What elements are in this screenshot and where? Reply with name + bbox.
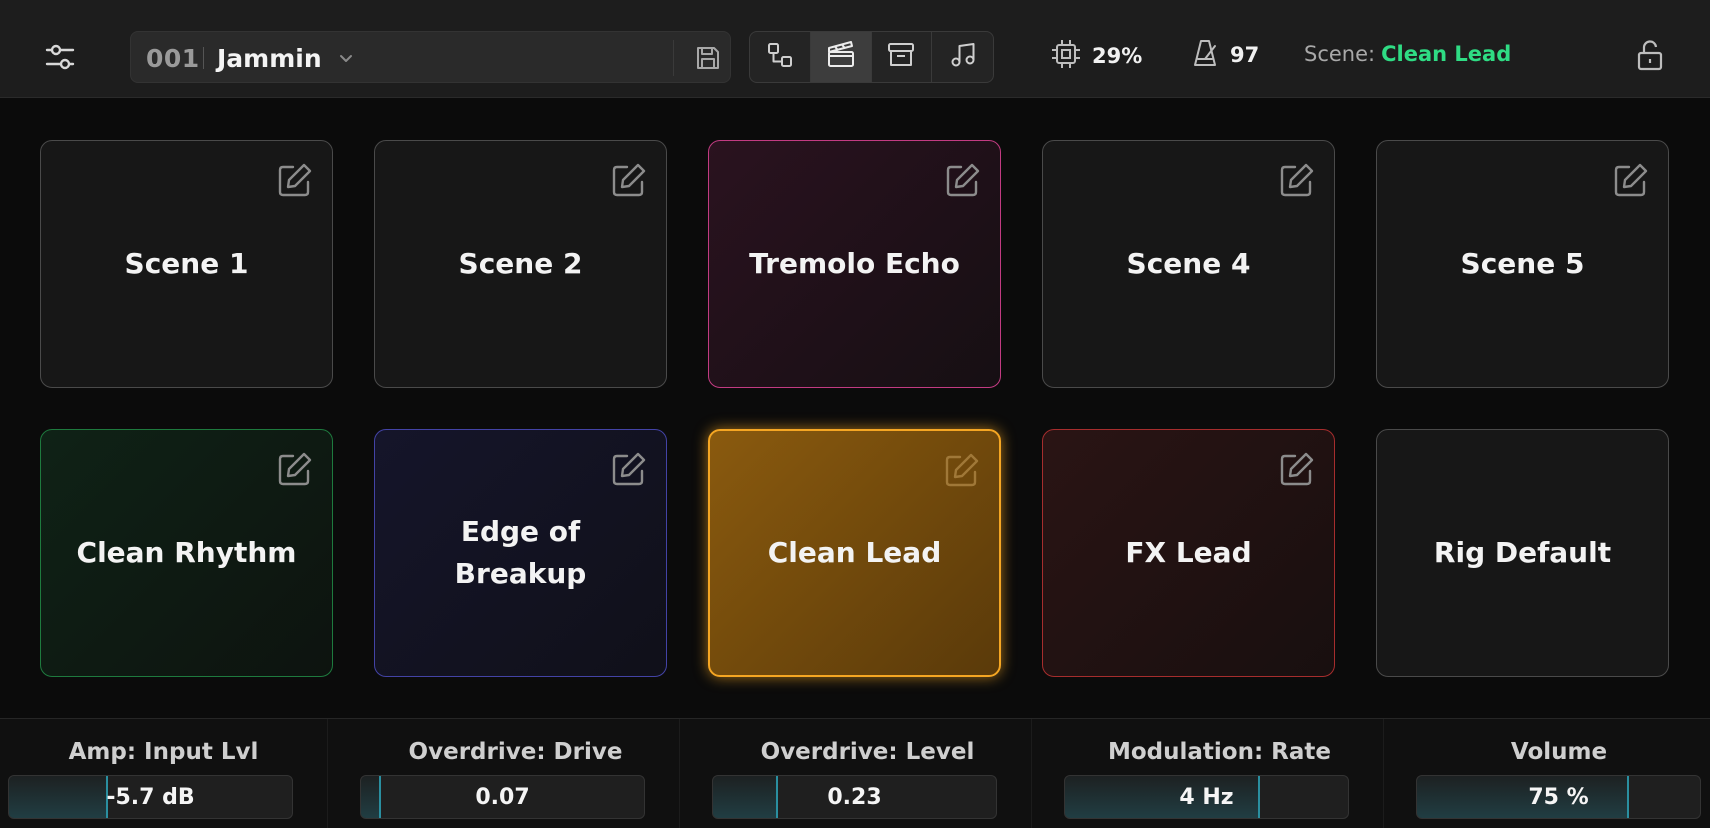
archive-box-icon bbox=[887, 41, 915, 73]
param-amp-input-lvl: Amp: Input Lvl -5.7 dB bbox=[0, 719, 328, 828]
param-value: 0.23 bbox=[827, 785, 882, 810]
settings-sliders-icon[interactable] bbox=[40, 37, 80, 77]
param-value: 75 % bbox=[1528, 785, 1589, 810]
save-icon[interactable] bbox=[688, 38, 728, 78]
param-modulation-rate: Modulation: Rate 4 Hz bbox=[1056, 719, 1384, 828]
param-label: Overdrive: Level bbox=[760, 739, 975, 765]
edit-icon[interactable] bbox=[610, 161, 648, 199]
edit-icon[interactable] bbox=[276, 450, 314, 488]
music-note-icon bbox=[949, 41, 977, 73]
scene-tile-selected[interactable]: Clean Lead bbox=[708, 429, 1001, 677]
scene-name: Tremolo Echo bbox=[749, 247, 960, 280]
scene-tile[interactable]: Tremolo Echo bbox=[708, 140, 1001, 388]
param-volume: Volume 75 % bbox=[1408, 719, 1710, 828]
parameter-strip: Amp: Input Lvl -5.7 dB Overdrive: Drive … bbox=[0, 718, 1710, 828]
tempo[interactable]: 97 bbox=[1190, 38, 1259, 72]
edit-icon[interactable] bbox=[610, 450, 648, 488]
tempo-value: 97 bbox=[1230, 43, 1260, 67]
scene-name: Scene 2 bbox=[458, 247, 583, 280]
scene-tile[interactable]: FX Lead bbox=[1042, 429, 1335, 677]
chevron-down-icon[interactable] bbox=[337, 46, 355, 70]
scene-readout-label: Scene: bbox=[1304, 42, 1376, 66]
param-label: Modulation: Rate bbox=[1107, 739, 1331, 765]
param-overdrive-drive: Overdrive: Drive 0.07 bbox=[352, 719, 680, 828]
preset-separator bbox=[203, 47, 204, 69]
cpu-chip-icon bbox=[1050, 38, 1082, 74]
scene-tile[interactable]: Clean Rhythm bbox=[40, 429, 333, 677]
cpu-value: 29% bbox=[1092, 44, 1143, 68]
unlock-icon[interactable] bbox=[1630, 36, 1670, 76]
param-label: Overdrive: Drive bbox=[408, 739, 623, 765]
preset-number: 001 bbox=[146, 44, 200, 73]
scene-name: FX Lead bbox=[1125, 536, 1252, 569]
view-switcher bbox=[749, 31, 994, 83]
param-overdrive-level: Overdrive: Level 0.23 bbox=[704, 719, 1032, 828]
preset-divider bbox=[673, 40, 674, 76]
metronome-icon bbox=[1190, 38, 1220, 72]
scene-tile[interactable]: Edge of Breakup bbox=[374, 429, 667, 677]
param-slider[interactable]: 0.07 bbox=[360, 775, 645, 819]
scene-name: Scene 4 bbox=[1126, 247, 1251, 280]
view-button-signal-chain[interactable] bbox=[750, 32, 811, 82]
preset-selector[interactable]: 001 Jammin bbox=[130, 31, 731, 83]
param-slider[interactable]: -5.7 dB bbox=[8, 775, 293, 819]
clapperboard-icon bbox=[826, 41, 856, 73]
scene-tile[interactable]: Scene 5 bbox=[1376, 140, 1669, 388]
scene-tile[interactable]: Scene 2 bbox=[374, 140, 667, 388]
scene-tile[interactable]: Rig Default bbox=[1376, 429, 1669, 677]
param-slider[interactable]: 75 % bbox=[1416, 775, 1701, 819]
scene-name: Clean Rhythm bbox=[76, 536, 297, 569]
edit-icon[interactable] bbox=[1612, 161, 1650, 199]
signal-chain-icon bbox=[766, 41, 794, 73]
cpu-usage: 29% bbox=[1050, 38, 1142, 74]
scene-name: Scene 5 bbox=[1460, 247, 1585, 280]
top-bar: 001 Jammin 29% 97 Scene: Clean Lead bbox=[0, 0, 1710, 98]
param-slider[interactable]: 4 Hz bbox=[1064, 775, 1349, 819]
scene-name: Scene 1 bbox=[124, 247, 249, 280]
current-scene-readout: Scene: Clean Lead bbox=[1304, 42, 1511, 66]
scene-tile[interactable]: Scene 1 bbox=[40, 140, 333, 388]
scene-name: Rig Default bbox=[1433, 536, 1612, 569]
view-button-music[interactable] bbox=[932, 32, 993, 82]
view-button-archive[interactable] bbox=[872, 32, 933, 82]
view-button-scenes[interactable] bbox=[810, 32, 872, 82]
param-label: Volume bbox=[1510, 739, 1608, 765]
param-label: Amp: Input Lvl bbox=[68, 739, 259, 765]
edit-icon[interactable] bbox=[276, 161, 314, 199]
scene-tile[interactable]: Scene 4 bbox=[1042, 140, 1335, 388]
scene-grid: Scene 1 Scene 2 Tremolo Echo Scene 4 Sce… bbox=[0, 98, 1710, 718]
scene-readout-value: Clean Lead bbox=[1381, 42, 1512, 66]
param-value: 0.07 bbox=[475, 785, 530, 810]
edit-icon[interactable] bbox=[943, 451, 981, 489]
param-value: 4 Hz bbox=[1179, 785, 1234, 810]
edit-icon[interactable] bbox=[1278, 450, 1316, 488]
edit-icon[interactable] bbox=[1278, 161, 1316, 199]
param-value: -5.7 dB bbox=[106, 785, 195, 810]
edit-icon[interactable] bbox=[944, 161, 982, 199]
scene-name: Clean Lead bbox=[767, 536, 942, 569]
param-slider[interactable]: 0.23 bbox=[712, 775, 997, 819]
preset-name: Jammin bbox=[217, 44, 322, 73]
scene-name: Edge of Breakup bbox=[454, 515, 587, 590]
